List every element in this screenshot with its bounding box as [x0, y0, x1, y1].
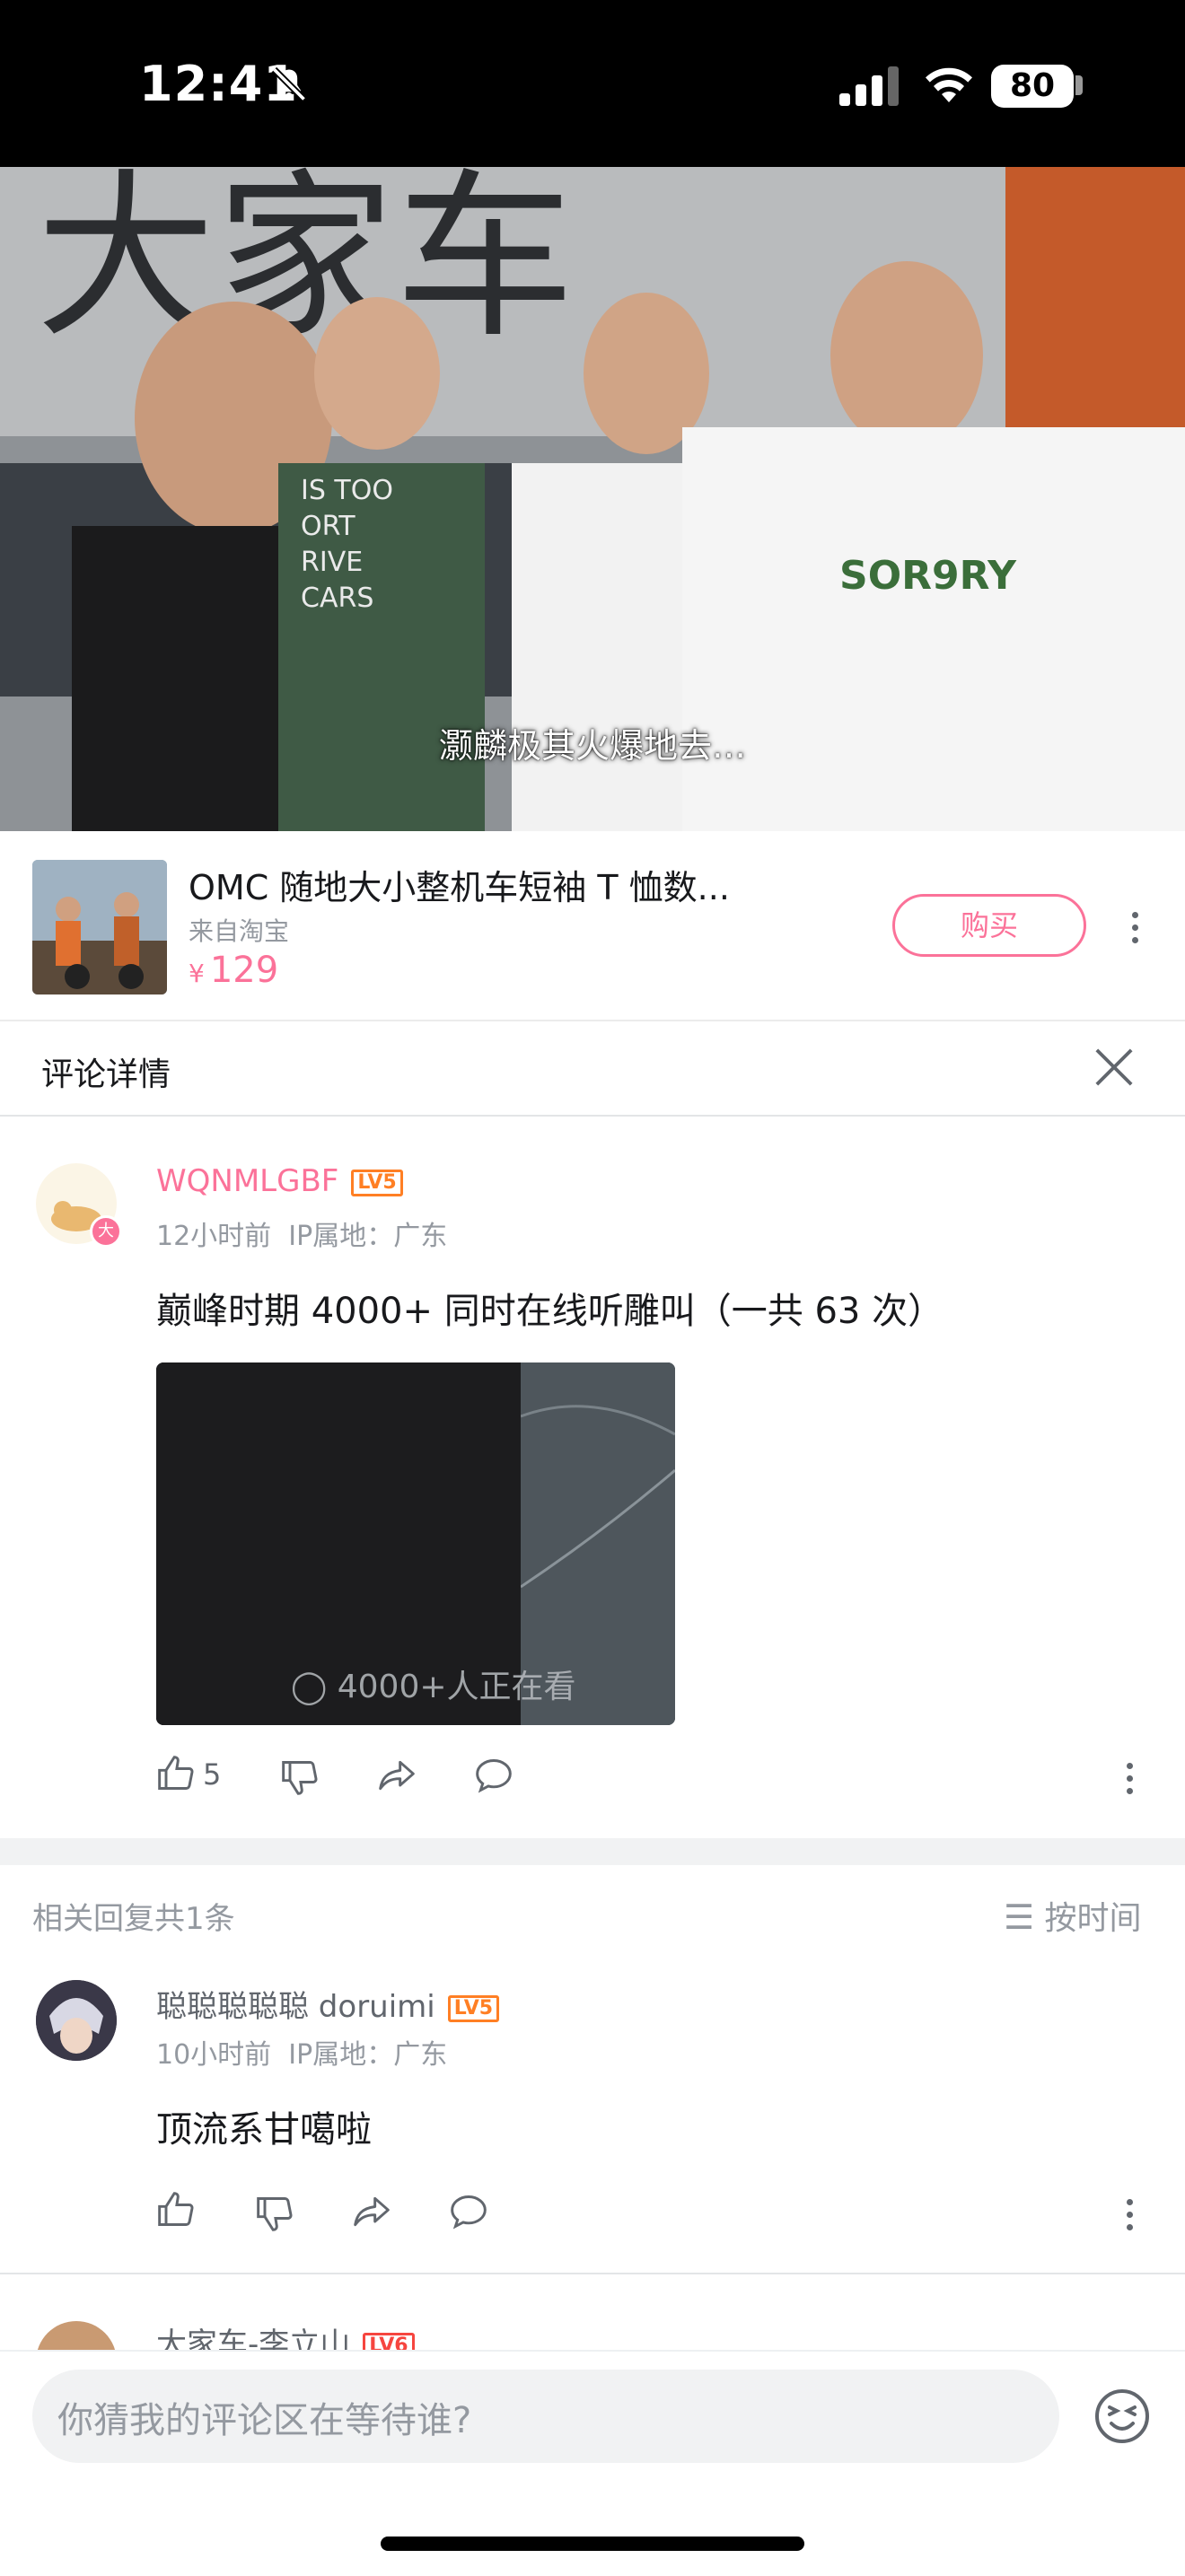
video-bg-text: 大家车 [36, 167, 575, 363]
emoji-icon[interactable] [1093, 2388, 1151, 2445]
reply-username[interactable]: 聪聪聪聪聪 doruimi LV5 [156, 1982, 500, 2026]
comment-detail-title: 评论详情 [41, 1056, 171, 1093]
cellular-signal-icon [839, 66, 899, 106]
price-value: 129 [209, 950, 279, 991]
share-icon[interactable] [377, 1756, 417, 1795]
like-count: 5 [203, 1757, 222, 1792]
reply-separator [0, 2273, 1185, 2274]
reply-ip: IP属地：广东 [288, 2039, 448, 2071]
comment-username[interactable]: WQNMLGBF LV5 [156, 1163, 403, 1199]
avatar[interactable] [36, 1980, 117, 2061]
comment-input-placeholder[interactable]: 你猜我的评论区在等待谁? [57, 2391, 471, 2443]
product-source: 来自淘宝 [189, 916, 290, 946]
reply-icon[interactable] [474, 1756, 514, 1795]
sort-label: 按时间 [1044, 1900, 1142, 1937]
product-price: ¥129 [189, 950, 278, 991]
wifi-icon [926, 67, 972, 102]
level-badge: LV5 [351, 1169, 403, 1196]
level-badge: LV5 [447, 1994, 500, 2022]
video-subtitle: 灏麟极其火爆地去… [438, 726, 746, 766]
battery-nub [1075, 75, 1083, 95]
dislike-icon[interactable] [255, 2194, 294, 2233]
battery-indicator: 80 [991, 65, 1074, 108]
svg-text:RIVE: RIVE [301, 547, 363, 578]
comment-meta: 12小时前 IP属地：广东 [156, 1214, 447, 1253]
sort-icon: ☰ [1004, 1897, 1035, 1937]
like-icon[interactable] [156, 2190, 196, 2230]
reply-time: 10小时前 [156, 2039, 272, 2071]
buy-button[interactable]: 购买 [892, 894, 1086, 957]
reply-username-text[interactable]: 聪聪聪聪聪 doruimi [156, 1989, 435, 2025]
image-caption-text: 4000+人正在看 [337, 1669, 576, 1705]
battery-level: 80 [1009, 67, 1056, 104]
comment-time: 12小时前 [156, 1221, 272, 1252]
product-title[interactable]: OMC 随地大小整机车短袖 T 恤数... [189, 860, 745, 909]
dislike-icon[interactable] [280, 1757, 320, 1797]
comment-ip: IP属地：广东 [288, 1221, 448, 1252]
svg-text:ORT: ORT [301, 511, 356, 542]
image-caption: ◯ 4000+人正在看 [291, 1660, 576, 1707]
sort-button[interactable]: ☰ 按时间 [1004, 1892, 1142, 1939]
shirt-logo-text: SOR9RY [839, 553, 1017, 599]
currency-symbol: ¥ [189, 959, 205, 988]
username-text[interactable]: WQNMLGBF [156, 1163, 338, 1199]
svg-text:CARS: CARS [301, 583, 373, 614]
comment-image[interactable]: ◯ 4000+人正在看 [156, 1362, 675, 1725]
product-thumbnail[interactable] [32, 860, 167, 994]
reply-meta: 10小时前 IP属地：广东 [156, 2032, 447, 2072]
share-icon[interactable] [352, 2192, 391, 2231]
comment-more-icon[interactable] [1124, 1763, 1135, 1801]
home-indicator [381, 2537, 804, 2551]
product-more-icon[interactable] [1129, 912, 1140, 950]
comment-detail-header [0, 1020, 1185, 1117]
like-icon[interactable] [156, 1754, 196, 1793]
reply-icon[interactable] [449, 2192, 488, 2231]
viewers-icon: ◯ [291, 1669, 328, 1705]
section-divider [0, 1838, 1185, 1865]
comment-text[interactable]: 巅峰时期 4000+ 同时在线听雕叫（一共 63 次） [156, 1282, 1144, 1334]
close-icon[interactable] [1093, 1047, 1135, 1088]
avatar-image [36, 1980, 117, 2061]
bell-muted-icon [271, 66, 307, 102]
svg-text:IS TOO: IS TOO [301, 475, 393, 506]
reply-more-icon[interactable] [1124, 2199, 1135, 2237]
reply-text[interactable]: 顶流系甘噶啦 [156, 2100, 372, 2152]
replies-count: 相关回复共1条 [32, 1901, 235, 1937]
product-image [32, 860, 167, 994]
vip-badge: 大 [90, 1215, 122, 1248]
